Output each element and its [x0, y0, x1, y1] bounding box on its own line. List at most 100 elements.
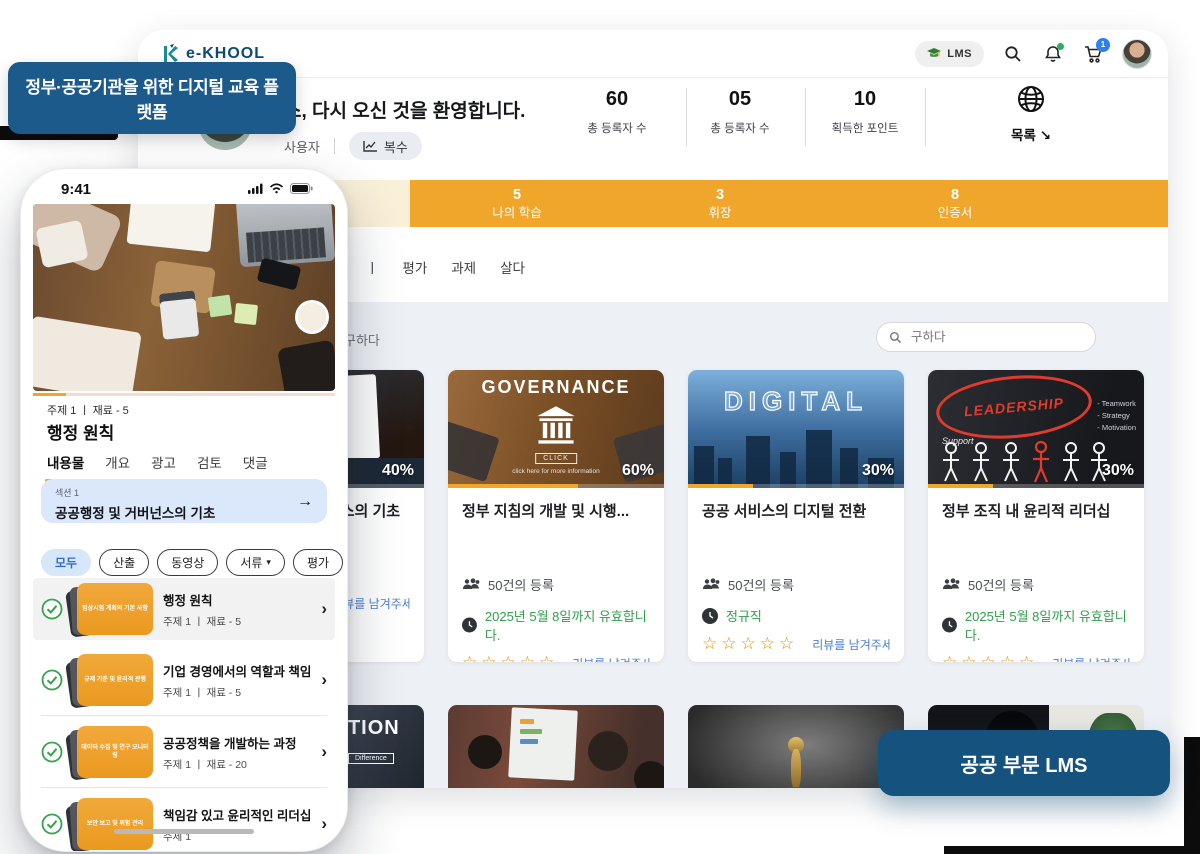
validity-row: 2025년 5월 8일까지 유효합니다.	[942, 606, 1130, 644]
course-thumbnail-chess[interactable]	[688, 705, 904, 788]
chevron-right-icon[interactable]: ›	[321, 670, 327, 690]
cart-button[interactable]: 1	[1082, 43, 1104, 65]
enrollment-row: 50건의 등록	[462, 575, 650, 594]
tab-overview[interactable]: 개요	[105, 452, 130, 472]
chip-evaluation[interactable]: 평가	[293, 549, 343, 576]
stick-figures-graphic	[936, 440, 1126, 484]
thumbnail-text: 보안 보고 및 위험 관리	[87, 820, 143, 828]
validity-text: 2025년 5월 8일까지 유효합니다.	[965, 606, 1130, 644]
validity-text: 정규직	[726, 606, 762, 625]
star-rating-icons[interactable]: ☆☆☆☆☆	[462, 653, 558, 662]
multi-pill-button[interactable]: 복수	[349, 132, 422, 160]
user-avatar[interactable]	[1122, 39, 1152, 69]
chevron-right-icon[interactable]: ›	[321, 599, 327, 619]
tab-comments[interactable]: 댓글	[243, 452, 268, 472]
chip-output[interactable]: 산출	[99, 549, 149, 576]
tab-live[interactable]: 살다	[500, 257, 525, 277]
course-thumbnail-meeting[interactable]	[448, 705, 664, 788]
arrow-right-icon[interactable]: →	[297, 493, 313, 511]
tab-label: 인증서	[865, 205, 1045, 221]
filter-chip-row: 모두 산출 동영상 서류 ▾ 평가	[41, 549, 343, 576]
course-card-governance[interactable]: GOVERNANCE CLICK click here for more inf…	[448, 370, 664, 662]
tab-certificates[interactable]: 8 인증서	[865, 186, 1045, 221]
welcome-subrow: 사용자 복수	[284, 132, 422, 160]
review-link[interactable]: 리뷰를 남겨주세요	[1052, 655, 1130, 663]
leadership-cloud: LEADERSHIP	[934, 370, 1095, 445]
lms-button[interactable]: LMS	[915, 41, 984, 67]
lesson-item-title: 책임감 있고 윤리적인 리더십	[163, 805, 311, 824]
course-title: 정부 조직 내 윤리적 리더십	[942, 500, 1130, 521]
course-image-title: DIGITAL	[688, 386, 904, 417]
lesson-meta: 주제 1 ㅣ 재료 - 5	[47, 402, 129, 418]
course-search[interactable]	[876, 322, 1096, 352]
course-card-digital[interactable]: DIGITAL 30% 공공 서비스의 디지털 전환	[688, 370, 904, 662]
filter-label[interactable]: 구하다	[344, 330, 380, 349]
background-fragment	[1184, 737, 1200, 854]
review-link[interactable]: 리뷰를 남겨주세요	[812, 636, 890, 653]
divider	[805, 88, 806, 146]
search-input[interactable]	[909, 329, 1073, 345]
stat-label: 총 등록자 수	[685, 120, 795, 136]
chip-all[interactable]: 모두	[41, 549, 91, 576]
lesson-list-item[interactable]: 규제 기준 및 윤리적 관행 기업 경영에서의 역할과 책임 주제 1 ㅣ 재료…	[33, 649, 335, 711]
tab-reviews[interactable]: 검토	[197, 452, 222, 472]
progress-percent: 60%	[622, 462, 654, 480]
photo-sticky-note	[234, 303, 258, 325]
logo-text: e-KHOOL	[186, 45, 265, 63]
course-card-leadership[interactable]: LEADERSHIP - Teamwork - Strategy - Motiv…	[928, 370, 1144, 662]
tab-announcements[interactable]: 광고	[151, 452, 176, 472]
tab-my-learning[interactable]: 5 나의 학습	[427, 186, 607, 221]
lesson-title: 행정 원칙	[47, 419, 114, 444]
list-link[interactable]: 목록 ↘	[996, 84, 1066, 144]
globe-icon	[1016, 84, 1046, 114]
divider	[334, 138, 335, 154]
lesson-item-text: 기업 경영에서의 역할과 책임 주제 1 ㅣ 재료 - 5	[163, 661, 311, 700]
search-button[interactable]	[1002, 43, 1024, 65]
chevron-right-icon[interactable]: ›	[321, 742, 327, 762]
ekhool-logo-icon	[160, 44, 180, 64]
notification-dot	[1057, 43, 1064, 50]
tab-contents[interactable]: 내용물	[47, 452, 84, 472]
section-card[interactable]: 섹션 1 공공행정 및 거버넌스의 기초 →	[41, 479, 327, 523]
tab-evaluation[interactable]: 평가	[402, 257, 427, 277]
rating-row: ☆☆☆☆☆ 리뷰를 남겨주세요	[702, 634, 890, 654]
review-link[interactable]: 리뷰를 남겨주세요	[572, 655, 650, 663]
public-sector-lms-button[interactable]: 공공 부문 LMS	[878, 730, 1170, 796]
enrollment-count: 50건의 등록	[968, 575, 1034, 594]
star-rating-icons[interactable]: ☆☆☆☆☆	[702, 634, 798, 654]
course-title: 공공 서비스의 디지털 전환	[702, 500, 890, 521]
image-tag: Difference	[348, 753, 394, 764]
chevron-right-icon[interactable]: ›	[321, 814, 327, 834]
tab-badges[interactable]: 3 휘장	[630, 186, 810, 221]
photo-coffee-cup	[295, 300, 329, 334]
chart-graphic	[520, 739, 538, 744]
person-silhouette	[634, 761, 664, 788]
person-silhouette	[588, 731, 628, 771]
star-rating-icons[interactable]: ☆☆☆☆☆	[942, 653, 1038, 662]
city-building	[840, 448, 858, 488]
divider	[925, 88, 926, 146]
notifications-button[interactable]	[1042, 43, 1064, 65]
welcome-title: 스, 다시 오신 것을 환영합니다.	[284, 96, 525, 123]
progress-bar	[928, 484, 1144, 488]
lesson-list-item[interactable]: 임상시험 계획의 기본 사항 행정 원칙 주제 1 ㅣ 재료 - 5 ›	[33, 578, 335, 640]
cart-badge: 1	[1096, 38, 1110, 52]
chart-graphic	[520, 719, 534, 724]
chip-video[interactable]: 동영상	[157, 549, 218, 576]
lesson-list-item[interactable]: 보안 보고 및 위험 관리 책임감 있고 윤리적인 리더십 주제 1 ›	[33, 793, 335, 852]
lesson-list-item[interactable]: 데이터 수집 및 연구 모니터링 공공정책을 개발하는 과정 주제 1 ㅣ 재료…	[33, 721, 335, 783]
chip-documents[interactable]: 서류 ▾	[226, 549, 285, 576]
ekhool-logo[interactable]: e-KHOOL	[160, 44, 265, 64]
tab-assignments[interactable]: 과제	[451, 257, 476, 277]
check-circle-icon	[41, 741, 63, 763]
home-indicator[interactable]	[114, 829, 254, 834]
lesson-item-text: 행정 원칙 주제 1 ㅣ 재료 - 5	[163, 590, 311, 629]
hidden-tab-fragment: ㅣ	[366, 257, 378, 277]
list-arrow-icon: ↘	[1040, 128, 1051, 143]
header-actions: LMS	[915, 39, 1152, 69]
course-title: 정부 지침의 개발 및 시행...	[462, 500, 650, 521]
people-icon	[702, 578, 720, 591]
progress-percent: 30%	[862, 462, 894, 480]
lesson-item-title: 공공정책을 개발하는 과정	[163, 733, 311, 752]
chart-icon	[363, 140, 378, 152]
